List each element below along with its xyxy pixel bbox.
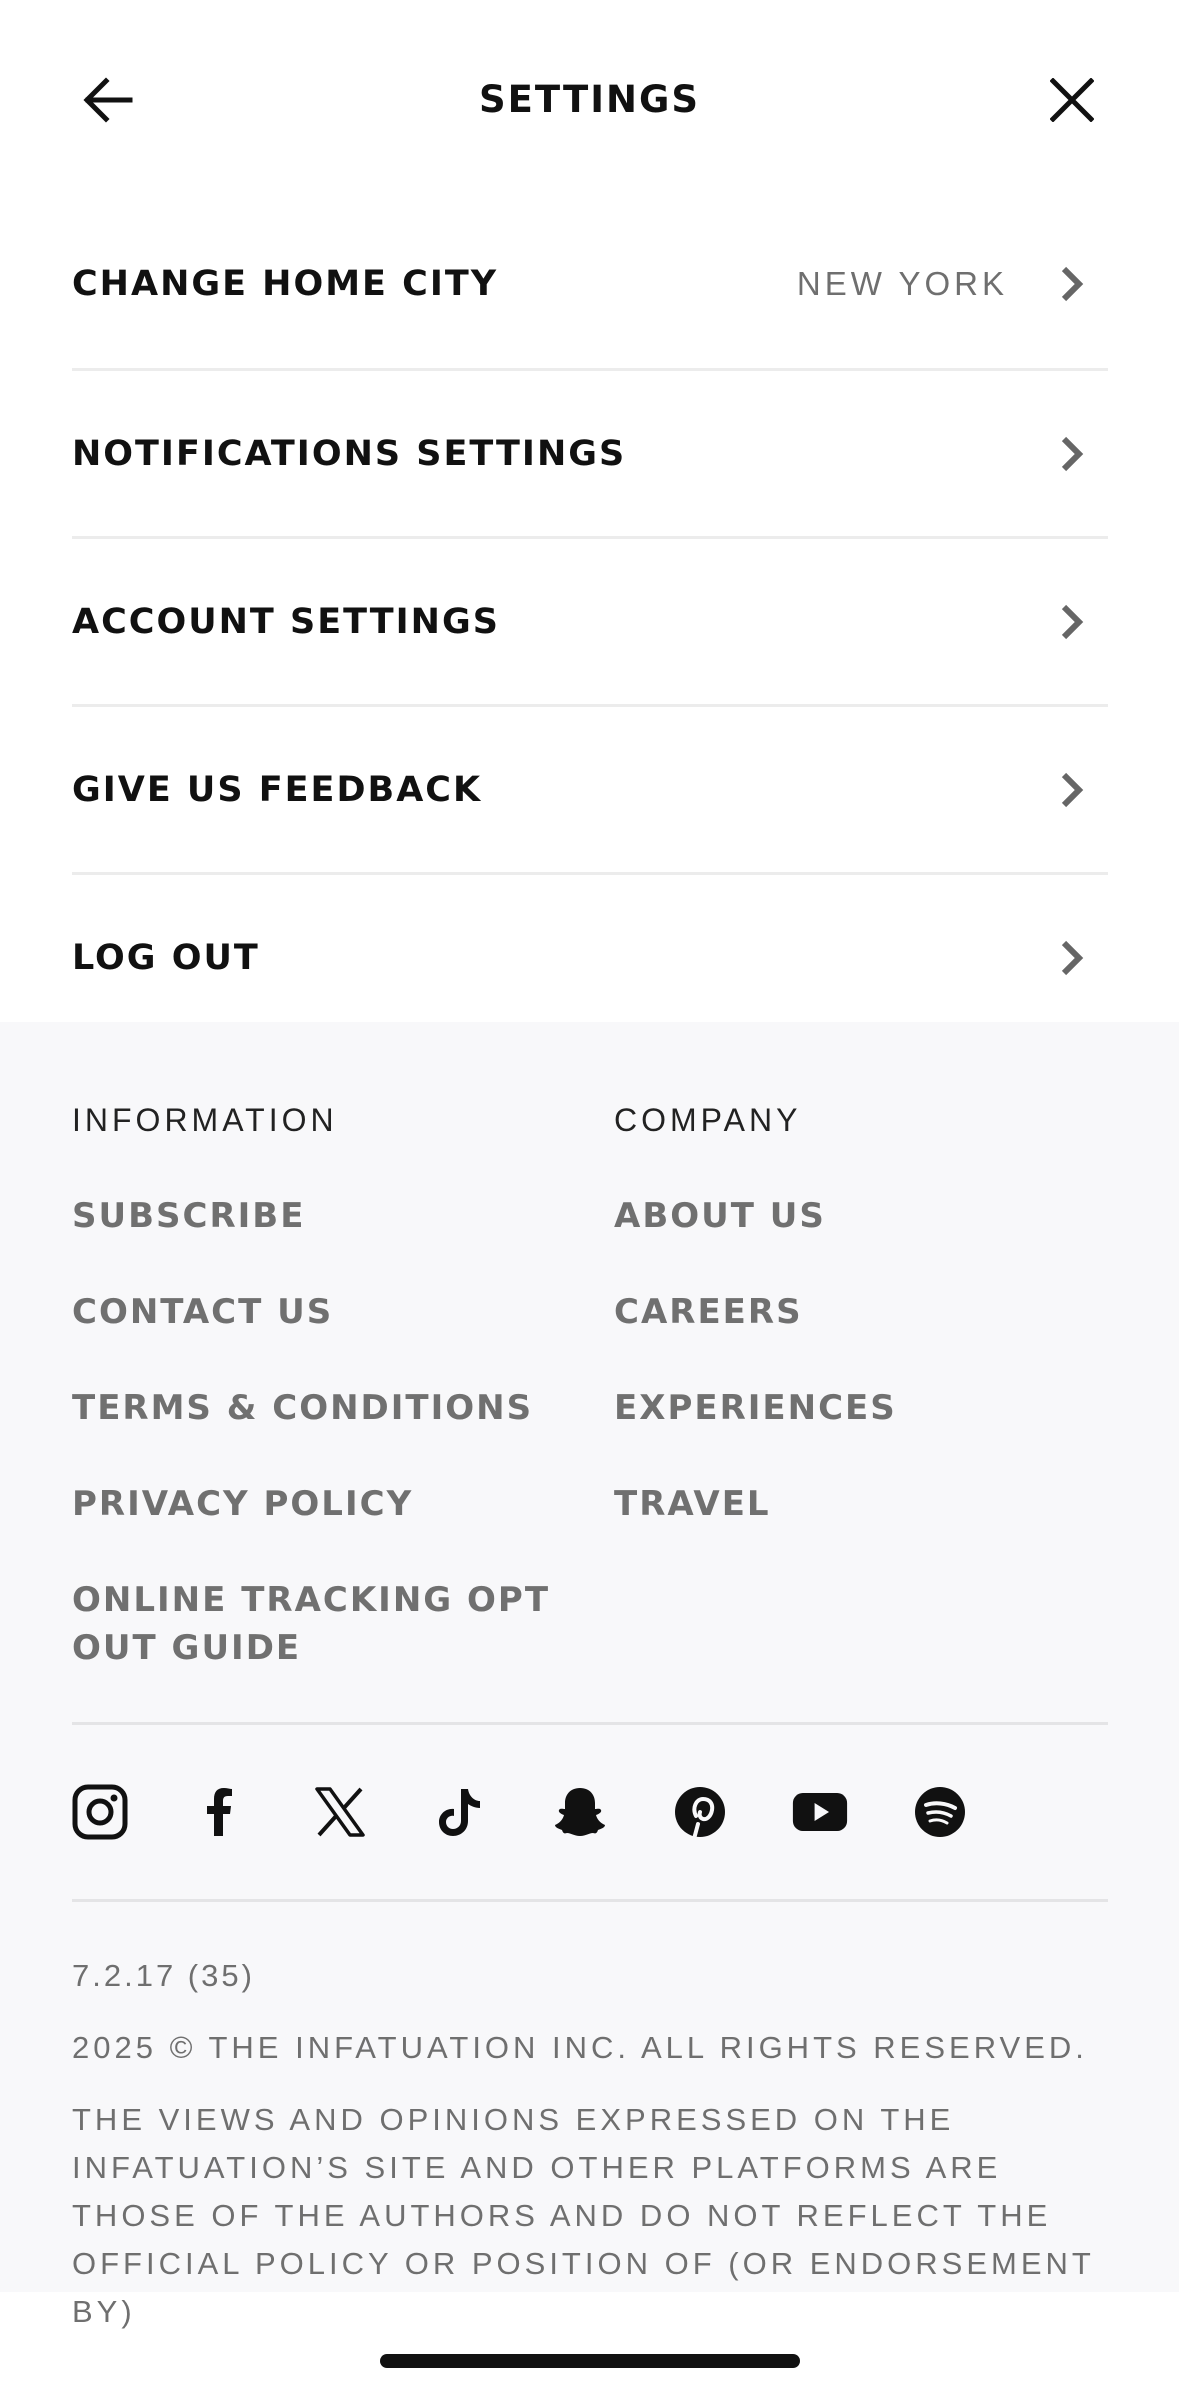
menu-item-label: GIVE US FEEDBACK [72, 769, 483, 810]
menu-item-label: CHANGE HOME CITY [72, 264, 499, 304]
company-links: ABOUT US CAREERS EXPERIENCES TRAVEL [614, 1192, 1114, 1576]
company-heading: COMPANY [614, 1102, 802, 1138]
instagram-icon[interactable] [72, 1784, 128, 1840]
facebook-icon[interactable] [192, 1784, 248, 1840]
home-city-value: NEW YORK [796, 265, 1008, 302]
footer: INFORMATION SUBSCRIBE CONTACT US TERMS &… [0, 1022, 1179, 2329]
spotify-icon[interactable] [912, 1784, 968, 1840]
chevron-right-icon [1052, 264, 1092, 304]
page-title: SETTINGS [479, 78, 700, 121]
menu-item-label: NOTIFICATIONS SETTINGS [72, 433, 627, 474]
x-icon[interactable] [312, 1784, 368, 1840]
divider [72, 1899, 1108, 1902]
contact-us-link[interactable]: CONTACT US [72, 1288, 572, 1336]
menu-item-label: LOG OUT [72, 937, 260, 978]
close-button[interactable] [1030, 58, 1114, 142]
chevron-right-icon [1052, 434, 1092, 474]
travel-link[interactable]: TRAVEL [614, 1480, 1114, 1528]
copyright-text: 2025 © THE INFATUATION INC. ALL RIGHTS R… [72, 2030, 1088, 2065]
give-feedback-row[interactable]: GIVE US FEEDBACK [72, 704, 1108, 872]
chevron-right-icon [1052, 602, 1092, 642]
subscribe-link[interactable]: SUBSCRIBE [72, 1192, 572, 1240]
experiences-link[interactable]: EXPERIENCES [614, 1384, 1114, 1432]
change-home-city-row[interactable]: CHANGE HOME CITY NEW YORK [72, 200, 1108, 368]
header: SETTINGS [0, 0, 1179, 200]
youtube-icon[interactable] [792, 1784, 848, 1840]
app-version: 7.2.17 (35) [72, 1958, 255, 1993]
divider [72, 1722, 1108, 1725]
snapchat-icon[interactable] [552, 1784, 608, 1840]
legal-info: 7.2.17 (35) 2025 © THE INFATUATION INC. … [72, 1952, 1122, 2336]
careers-link[interactable]: CAREERS [614, 1288, 1114, 1336]
home-indicator [380, 2354, 800, 2368]
log-out-row[interactable]: LOG OUT [72, 872, 1108, 1040]
account-settings-row[interactable]: ACCOUNT SETTINGS [72, 536, 1108, 704]
terms-conditions-link[interactable]: TERMS & CONDITIONS [72, 1384, 572, 1432]
information-heading: INFORMATION [72, 1102, 338, 1138]
chevron-right-icon [1052, 770, 1092, 810]
about-us-link[interactable]: ABOUT US [614, 1192, 1114, 1240]
menu-item-label: ACCOUNT SETTINGS [72, 601, 500, 642]
privacy-policy-link[interactable]: PRIVACY POLICY [72, 1480, 572, 1528]
information-links: SUBSCRIBE CONTACT US TERMS & CONDITIONS … [72, 1192, 572, 1720]
settings-menu: CHANGE HOME CITY NEW YORK NOTIFICATIONS … [72, 200, 1108, 1040]
social-links [72, 1782, 1032, 1842]
online-tracking-opt-out-link[interactable]: ONLINE TRACKING OPT OUT GUIDE [72, 1576, 572, 1672]
pinterest-icon[interactable] [672, 1784, 728, 1840]
chevron-right-icon [1052, 938, 1092, 978]
tiktok-icon[interactable] [432, 1784, 488, 1840]
disclaimer-text: THE VIEWS AND OPINIONS EXPRESSED ON THE … [72, 2102, 1095, 2329]
close-icon [1050, 78, 1094, 122]
notifications-settings-row[interactable]: NOTIFICATIONS SETTINGS [72, 368, 1108, 536]
